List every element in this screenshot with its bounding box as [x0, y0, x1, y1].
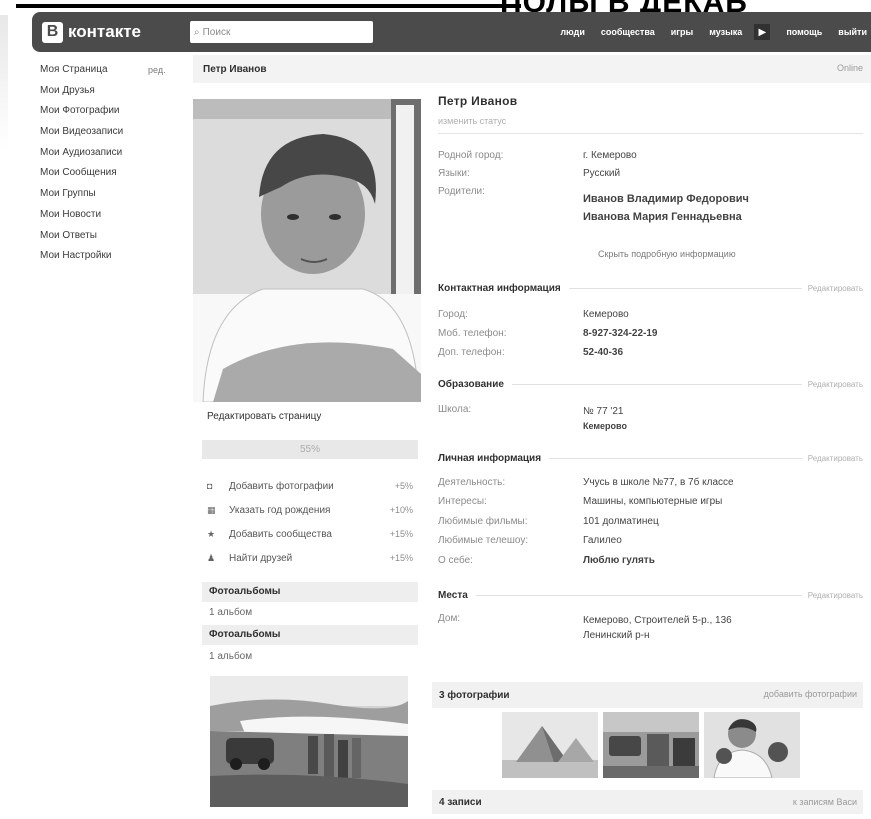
search-icon: ⌕ [194, 26, 200, 38]
education-section-header: Образование Редактировать [438, 378, 863, 390]
profile-photo[interactable] [193, 99, 421, 402]
photo-thumb-cars[interactable] [603, 712, 699, 778]
photos-section-bar: 3 фотографии добавить фотографии [432, 682, 863, 708]
nav-music[interactable]: музыка [709, 27, 742, 37]
top-header: В контакте ⌕ Поиск люди сообщества игры … [32, 12, 871, 52]
nav-help[interactable]: помощь [786, 27, 822, 37]
nav-communities[interactable]: сообщества [601, 27, 655, 37]
menu-item-friends[interactable]: Мои Друзья [40, 81, 180, 102]
menu-item-my-page[interactable]: Моя Страница ред. [40, 60, 180, 81]
cars-image [603, 712, 699, 778]
calendar-icon: ▦ [207, 504, 216, 515]
wall-section-bar: 4 записи к записям Васи [432, 790, 863, 814]
contact-extra-phone: Доп. телефон: 52-40-36 [438, 347, 624, 358]
parent-father[interactable]: Иванов Владимир Федорович [583, 190, 749, 208]
personal-about: О себе: Люблю гулять [438, 555, 655, 566]
change-status-link[interactable]: изменить статус [438, 116, 506, 126]
edit-personal-link[interactable]: Редактировать [802, 454, 863, 463]
top-nav: люди сообщества игры музыка ▶ помощь вый… [544, 12, 871, 52]
school-city[interactable]: Кемерово [583, 419, 627, 434]
find-friends-action[interactable]: ♟ Найти друзей +15% [207, 546, 419, 570]
progress-label: 55% [299, 444, 320, 455]
profile-name: Петр Иванов [438, 94, 518, 108]
menu-item-videos[interactable]: Мои Видеозаписи [40, 122, 180, 143]
people-icon: ♟ [207, 552, 216, 563]
add-photos-action[interactable]: ◘ Добавить фотографии +5% [207, 474, 419, 498]
profile-title-bar: Петр Иванов Online [193, 55, 871, 83]
profile-progress-bar: 55% [202, 440, 418, 459]
personal-tv: Любимые телешоу: Галилео [438, 535, 622, 546]
add-birth-year-action[interactable]: ▦ Указать год рождения +10% [207, 498, 419, 522]
edit-places-link[interactable]: Редактировать [802, 591, 863, 600]
hide-details-link[interactable]: Скрыть подробную информацию [598, 249, 736, 259]
search-placeholder: Поиск [202, 26, 231, 38]
wall-link[interactable]: к записям Васи [793, 797, 857, 807]
album-cover-photo[interactable] [210, 676, 408, 807]
albums-header[interactable]: Фотоальбомы [202, 582, 418, 602]
places-section-header: Места Редактировать [438, 589, 863, 601]
nav-logout[interactable]: выйти [838, 27, 867, 37]
menu-item-settings[interactable]: Мои Настройки [40, 246, 180, 267]
edit-page-link[interactable]: Редактировать страницу [207, 411, 321, 422]
portrait-image [704, 712, 800, 778]
personal-movies: Любимые фильмы: 101 долматинец [438, 516, 659, 527]
profile-photo-image [193, 99, 421, 402]
menu-item-groups[interactable]: Мои Группы [40, 184, 180, 205]
contact-mobile: Моб. телефон: 8-927-324-22-19 [438, 328, 658, 339]
left-edge-shadow [0, 15, 8, 185]
photos-count[interactable]: 3 фотографии [439, 690, 510, 701]
places-home: Дом: Кемерово, Строителей 5-р., 136 Лени… [438, 613, 732, 641]
edit-contact-link[interactable]: Редактировать [802, 284, 863, 293]
menu-edit-link[interactable]: ред. [148, 60, 166, 80]
caption-underline [16, 4, 521, 8]
star-icon: ★ [207, 528, 216, 539]
personal-activity: Деятельность: Учусь в школе №77, в 7б кла… [438, 477, 734, 488]
album-cover-image [210, 676, 408, 807]
vk-logo[interactable]: В контакте [42, 21, 141, 43]
menu-item-audio[interactable]: Мои Аудиозаписи [40, 143, 180, 164]
menu-item-messages[interactable]: Мои Сообщения [40, 163, 180, 184]
pyramids-image [502, 712, 598, 778]
profile-bar-name: Петр Иванов [203, 63, 267, 75]
albums-header[interactable]: Фотоальбомы [202, 625, 418, 645]
personal-section-header: Личная информация Редактировать [438, 452, 863, 464]
parents-list: Иванов Владимир Федорович Иванова Мария … [583, 190, 749, 226]
edit-education-link[interactable]: Редактировать [802, 380, 863, 389]
add-photos-link[interactable]: добавить фотографии [764, 689, 857, 699]
contact-city: Город: Кемерово [438, 309, 629, 320]
camera-icon: ◘ [207, 481, 213, 491]
nav-people[interactable]: люди [560, 27, 585, 37]
photo-thumb-pyramids[interactable] [502, 712, 598, 778]
info-hometown: Родной город: г. Кемерово [438, 150, 637, 161]
wall-count[interactable]: 4 записи [439, 797, 482, 808]
search-input[interactable]: ⌕ Поиск [190, 21, 373, 43]
play-icon[interactable]: ▶ [754, 24, 771, 40]
add-communities-action[interactable]: ★ Добавить сообщества +15% [207, 522, 419, 546]
logo-text: контакте [68, 22, 142, 41]
left-menu: Моя Страница ред. Мои Друзья Мои Фотограф… [40, 60, 180, 267]
online-status: Online [836, 63, 863, 73]
contact-section-header: Контактная информация Редактировать [438, 282, 863, 294]
nav-games[interactable]: игры [671, 27, 693, 37]
school-name[interactable]: № 77 '21 [583, 404, 627, 419]
menu-item-news[interactable]: Мои Новости [40, 205, 180, 226]
profile-actions: ◘ Добавить фотографии +5% ▦ Указать год … [207, 474, 419, 570]
logo-letter: В [42, 21, 63, 43]
info-languages: Языки: Русский [438, 168, 621, 179]
menu-item-photos[interactable]: Мои Фотографии [40, 101, 180, 122]
divider [438, 133, 863, 134]
albums-count[interactable]: 1 альбом [209, 651, 252, 662]
photo-thumb-portrait[interactable] [704, 712, 800, 778]
menu-item-answers[interactable]: Мои Ответы [40, 226, 180, 247]
education-school: Школа: № 77 '21 Кемерово [438, 404, 863, 434]
albums-count[interactable]: 1 альбом [209, 607, 252, 618]
personal-interests: Интересы: Машины, компьютерные игры [438, 496, 723, 507]
parent-mother[interactable]: Иванова Мария Геннадьевна [583, 208, 749, 226]
